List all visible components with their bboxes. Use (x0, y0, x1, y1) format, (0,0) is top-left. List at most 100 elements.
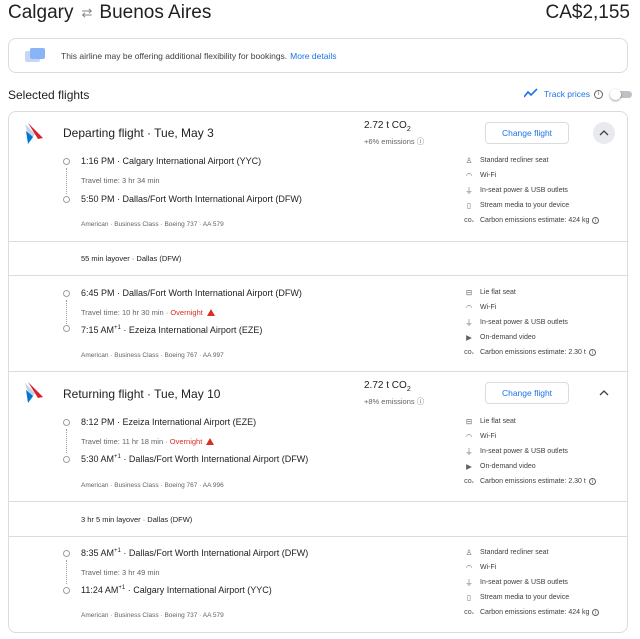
info-icon[interactable]: i (594, 89, 603, 99)
info-icon: i (592, 217, 600, 224)
wifi-icon: ◠ (465, 563, 473, 572)
amenity-carbon: CO₂ Carbon emissions estimate: 2.30 ti (464, 474, 624, 489)
power-plug-icon: ⏚ (465, 578, 473, 587)
power-plug-icon: ⏚ (465, 186, 473, 195)
departing-change-flight-button[interactable]: Change flight (485, 122, 569, 144)
dep-leg1-arrival: 5:50 PM · Dallas/Fort Worth Internationa… (81, 194, 302, 204)
ret-leg2-travel-time: Travel time: 3 hr 49 min (81, 568, 160, 577)
co2-icon: CO₂ (464, 217, 474, 224)
amenity-power: ⏚ In-seat power & USB outlets (465, 186, 568, 195)
returning-emissions: +8% emissions ⓘ (364, 397, 425, 406)
dep-leg2-amenities: ⊟ Lie flat seat ◠ Wi-Fi ⏚ In-seat power & U… (464, 285, 624, 360)
selected-flights-row: Selected flights Track prices i (8, 86, 632, 106)
co2-icon: CO₂ (464, 349, 474, 356)
departure-dot (63, 419, 70, 426)
amenity-video: ▶ On-demand video (464, 330, 624, 345)
amenity-carbon: CO₂ Carbon emissions estimate: 2.30 ti (464, 345, 624, 360)
overnight-label: Overnight (169, 437, 203, 446)
swap-arrows-icon: ⇄ (81, 5, 93, 20)
track-prices-label[interactable]: Track prices (544, 89, 590, 99)
wifi-icon: ◠ (465, 171, 473, 180)
returning-collapse-chevron-up-icon[interactable] (593, 382, 615, 404)
amenity-power: ⏚ In-seat power & USB outlets (465, 318, 568, 327)
amenity-carbon: CO₂ Carbon emissions estimate: 424 kg i (464, 605, 624, 620)
departing-layover: 55 min layover · Dallas (DFW) (81, 254, 182, 263)
ret-leg1-amenities: ⊟ Lie flat seat ◠ Wi-Fi ⏚ In-seat power & U… (464, 414, 624, 489)
returning-layover: 3 hr 5 min layover · Dallas (DFW) (81, 515, 193, 524)
power-plug-icon: ⏚ (465, 447, 473, 456)
amenity-seat: ⊟ Lie flat seat (465, 417, 516, 426)
more-details-link[interactable]: More details (290, 51, 336, 61)
amenity-wifi: ◠ Wi-Fi (465, 563, 497, 572)
warning-icon (206, 309, 215, 316)
track-prices[interactable]: Track prices i (523, 88, 632, 100)
arrival-dot (63, 196, 70, 203)
selected-flights-title: Selected flights (8, 88, 90, 102)
dep-leg2-departure: 6:45 PM · Dallas/Fort Worth Internationa… (81, 288, 302, 298)
amenity-power: ⏚ In-seat power & USB outlets (465, 578, 568, 587)
amenity-wifi: ◠ Wi-Fi (465, 432, 497, 441)
ticket-icon (25, 48, 45, 63)
stream-media-icon: ▯ (466, 593, 472, 602)
trip-header: Calgary ⇄ Buenos Aires CA$2,155 (8, 0, 632, 30)
seat-icon: ♙ (465, 548, 473, 557)
lie-flat-seat-icon: ⊟ (465, 288, 473, 297)
ret-leg1-travel-time: Travel time: 11 hr 18 min · Overnight (81, 437, 215, 446)
arrival-dot (63, 587, 70, 594)
dep-leg2-travel-time: Travel time: 10 hr 30 min · Overnight (81, 308, 215, 317)
trend-icon (523, 88, 538, 100)
amenity-media: ▯ Stream media to your device (464, 590, 624, 605)
divider (9, 536, 627, 537)
info-icon: ⓘ (416, 137, 425, 146)
co2-icon: CO₂ (464, 609, 474, 616)
amenity-seat: ⊟ Lie flat seat (465, 288, 516, 297)
amenity-wifi: ◠ Wi-Fi (465, 171, 497, 180)
dep-leg1-departure: 1:16 PM · Calgary International Airport … (81, 156, 262, 166)
origin-city: Calgary (8, 2, 74, 23)
co2-icon: CO₂ (464, 478, 474, 485)
american-airlines-logo-icon (25, 382, 43, 403)
stream-media-icon: ▯ (466, 201, 472, 210)
warning-icon (206, 438, 215, 445)
amenity-wifi: ◠ Wi-Fi (465, 303, 497, 312)
amenity-power: ⏚ In-seat power & USB outlets (465, 447, 568, 456)
ret-leg1-arrival: 5:30 AM+1 · Dallas/Fort Worth Internatio… (81, 454, 309, 464)
dep-leg2-arrival: 7:15 AM+1 · Ezeiza International Airport… (81, 325, 263, 335)
arrival-dot (63, 325, 70, 332)
lie-flat-seat-icon: ⊟ (465, 417, 473, 426)
dep-leg2-flight-details: American · Business Class · Boeing 767 ·… (81, 352, 224, 359)
route-title: Calgary ⇄ Buenos Aires (8, 2, 211, 24)
selected-flights-card: Departing flight · Tue, May 3 2.72 t CO2… (8, 111, 628, 633)
departing-co2: 2.72 t CO2 (364, 120, 411, 133)
returning-co2: 2.72 t CO2 (364, 380, 411, 393)
flexibility-notice: This airline may be offering additional … (8, 38, 628, 73)
wifi-icon: ◠ (465, 432, 473, 441)
ret-leg2-flight-details: American · Business Class · Boeing 737 ·… (81, 612, 224, 619)
ret-leg1-departure: 8:12 PM · Ezeiza International Airport (… (81, 417, 257, 427)
info-icon: ⓘ (416, 397, 425, 406)
overnight-label: Overnight (170, 308, 203, 317)
departing-collapse-chevron-up-icon[interactable] (593, 122, 615, 144)
power-plug-icon: ⏚ (465, 318, 473, 327)
destination-city: Buenos Aires (99, 2, 212, 23)
divider (9, 501, 627, 502)
ret-leg2-departure: 8:35 AM+1 · Dallas/Fort Worth Internatio… (81, 548, 309, 558)
info-icon: i (588, 478, 596, 485)
departing-emissions: +6% emissions ⓘ (364, 137, 425, 146)
on-demand-video-icon: ▶ (466, 333, 472, 342)
dep-leg1-travel-time: Travel time: 3 hr 34 min (81, 176, 160, 185)
route-line (66, 300, 67, 324)
divider (9, 371, 627, 372)
dep-leg1-amenities: ♙ Standard recliner seat ◠ Wi-Fi ⏚ In-seat … (464, 153, 624, 228)
amenity-carbon: CO₂ Carbon emissions estimate: 424 kg i (464, 213, 624, 228)
returning-change-flight-button[interactable]: Change flight (485, 382, 569, 404)
amenity-media: ▯ Stream media to your device (464, 198, 624, 213)
track-prices-toggle[interactable] (610, 89, 632, 100)
wifi-icon: ◠ (465, 303, 473, 312)
amenity-seat: ♙ Standard recliner seat (465, 548, 549, 557)
route-line (66, 168, 67, 194)
returning-flight-title: Returning flight · Tue, May 10 (63, 387, 221, 401)
seat-icon: ♙ (465, 156, 473, 165)
arrival-dot (63, 456, 70, 463)
american-airlines-logo-icon (25, 123, 43, 144)
